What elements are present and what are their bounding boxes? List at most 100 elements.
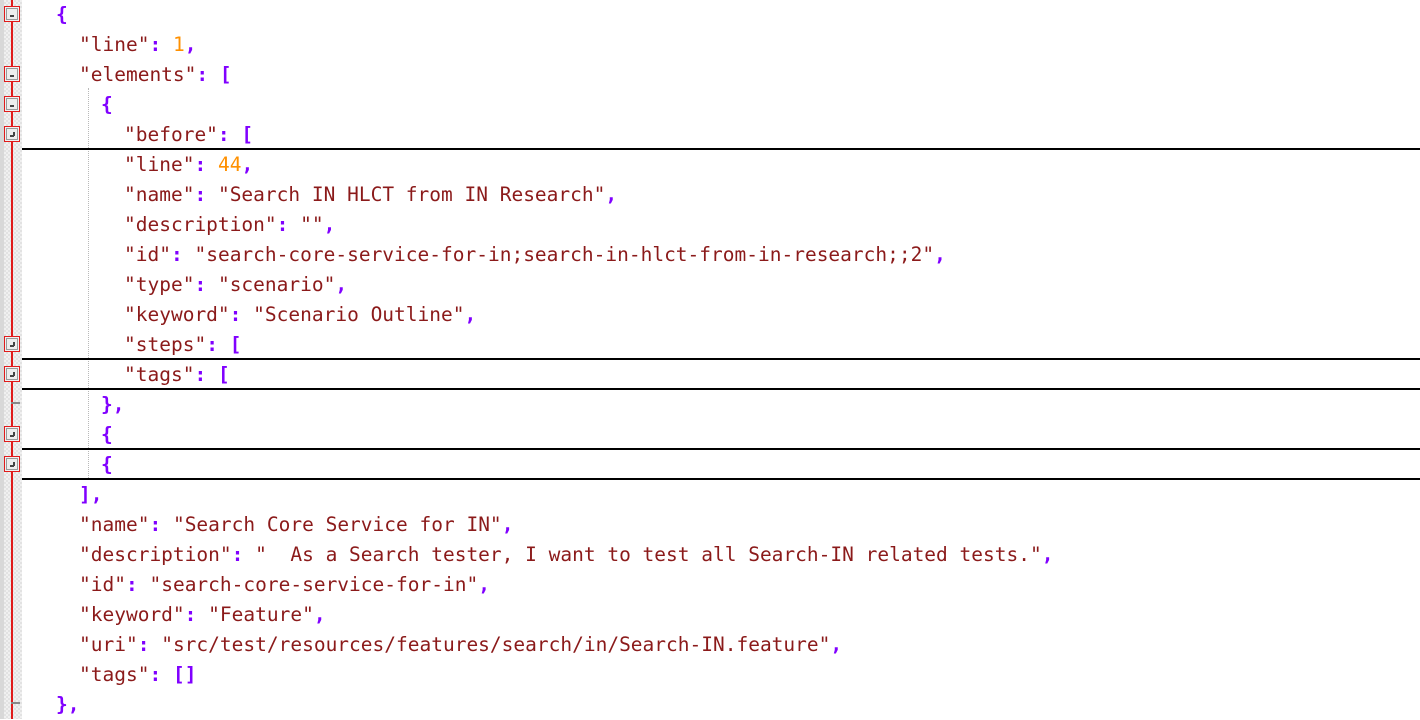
code-token: : xyxy=(194,363,207,386)
code-token: { xyxy=(101,453,113,476)
plus-icon xyxy=(6,128,18,140)
plus-icon xyxy=(6,338,18,350)
code-line[interactable]: "id": "search-core-service-for-in", xyxy=(22,570,490,600)
code-token: : xyxy=(149,513,162,536)
code-line[interactable]: { xyxy=(22,90,113,120)
fold-end-tick-root-object xyxy=(11,702,20,704)
code-token: : xyxy=(231,543,244,566)
code-line[interactable]: "before": [ xyxy=(22,120,253,150)
code-token: "id" xyxy=(79,573,126,596)
json-editor-viewport[interactable]: {"line": 1, "elements": [{"before": ["lin… xyxy=(0,0,1420,719)
code-line[interactable]: }, xyxy=(22,690,80,720)
code-token: ] xyxy=(79,483,91,506)
code-line[interactable]: { xyxy=(22,420,113,450)
fold-rule-element-3 xyxy=(22,478,1420,480)
code-folding-gutter[interactable] xyxy=(0,0,22,719)
plus-icon xyxy=(6,428,18,440)
code-line[interactable]: ], xyxy=(22,480,103,510)
code-token: 44 xyxy=(217,153,242,176)
fold-toggle-element-object-2[interactable] xyxy=(4,426,20,442)
code-line[interactable]: "elements": [ xyxy=(22,60,232,90)
code-token: , xyxy=(241,153,254,176)
code-line[interactable]: "tags": [] xyxy=(22,660,196,690)
code-token: [] xyxy=(172,663,197,686)
code-line[interactable]: "line": 1, xyxy=(22,30,196,60)
code-token: , xyxy=(67,693,80,716)
code-token: 1 xyxy=(172,33,185,56)
code-line[interactable]: "description": "", xyxy=(22,210,335,240)
code-line[interactable]: "type": "scenario", xyxy=(22,270,347,300)
fold-toggle-root-object[interactable] xyxy=(4,6,20,22)
code-token: : xyxy=(137,633,150,656)
code-token: , xyxy=(501,513,514,536)
plus-icon xyxy=(6,458,18,470)
code-token: : xyxy=(184,603,197,626)
fold-rule-element-2 xyxy=(22,448,1420,450)
minus-icon xyxy=(6,68,18,80)
fold-toggle-elements-array[interactable] xyxy=(4,66,20,82)
code-token: { xyxy=(101,93,113,116)
code-token: "src/test/resources/features/search/in/S… xyxy=(161,633,831,656)
code-token: "line" xyxy=(79,33,150,56)
code-token: , xyxy=(112,393,125,416)
code-line[interactable]: { xyxy=(22,450,113,480)
fold-toggle-before-array[interactable] xyxy=(4,126,20,142)
code-token: , xyxy=(323,213,336,236)
code-token: [ xyxy=(219,63,232,86)
code-token: : xyxy=(194,183,207,206)
minus-icon xyxy=(6,98,18,110)
code-token: : xyxy=(125,573,138,596)
code-token: : xyxy=(194,153,207,176)
code-token: " As a Search tester, I want to test all… xyxy=(255,543,1042,566)
code-line[interactable]: "keyword": "Scenario Outline", xyxy=(22,300,476,330)
code-token: "description" xyxy=(79,543,232,566)
code-token: , xyxy=(830,633,843,656)
fold-toggle-tags-array[interactable] xyxy=(4,366,20,382)
code-line[interactable]: }, xyxy=(22,390,125,420)
code-token: "id" xyxy=(124,243,171,266)
fold-rule-before xyxy=(22,148,1420,150)
code-token: : xyxy=(217,123,230,146)
code-token: "Search IN HLCT from IN Research" xyxy=(217,183,606,206)
code-line[interactable]: "uri": "src/test/resources/features/sear… xyxy=(22,630,842,660)
fold-toggle-element-object[interactable] xyxy=(4,96,20,112)
code-token: : xyxy=(196,63,209,86)
code-token: "elements" xyxy=(79,63,197,86)
code-token: [ xyxy=(217,363,230,386)
code-line[interactable]: "line": 44, xyxy=(22,150,253,180)
code-token: "Scenario Outline" xyxy=(253,303,465,326)
code-token: "keyword" xyxy=(124,303,230,326)
code-token: "keyword" xyxy=(79,603,185,626)
code-line[interactable]: "steps": [ xyxy=(22,330,241,360)
code-line[interactable]: "description": " As a Search tester, I w… xyxy=(22,540,1053,570)
code-token: "uri" xyxy=(79,633,138,656)
code-token: "line" xyxy=(124,153,195,176)
code-line[interactable]: "id": "search-core-service-for-in;search… xyxy=(22,240,946,270)
code-line[interactable]: "tags": [ xyxy=(22,360,230,390)
code-line[interactable]: "name": "Search IN HLCT from IN Research… xyxy=(22,180,617,210)
code-token: "description" xyxy=(124,213,277,236)
code-token: : xyxy=(229,303,242,326)
code-token: { xyxy=(56,3,68,26)
code-token: "" xyxy=(300,213,324,236)
code-token: "Feature" xyxy=(208,603,314,626)
code-line[interactable]: { xyxy=(22,0,68,30)
code-token: : xyxy=(276,213,289,236)
fold-toggle-steps-array[interactable] xyxy=(4,336,20,352)
code-token: "scenario" xyxy=(217,273,336,296)
code-line[interactable]: "keyword": "Feature", xyxy=(22,600,326,630)
fold-toggle-element-object-3[interactable] xyxy=(4,456,20,472)
code-line[interactable]: "name": "Search Core Service for IN", xyxy=(22,510,513,540)
